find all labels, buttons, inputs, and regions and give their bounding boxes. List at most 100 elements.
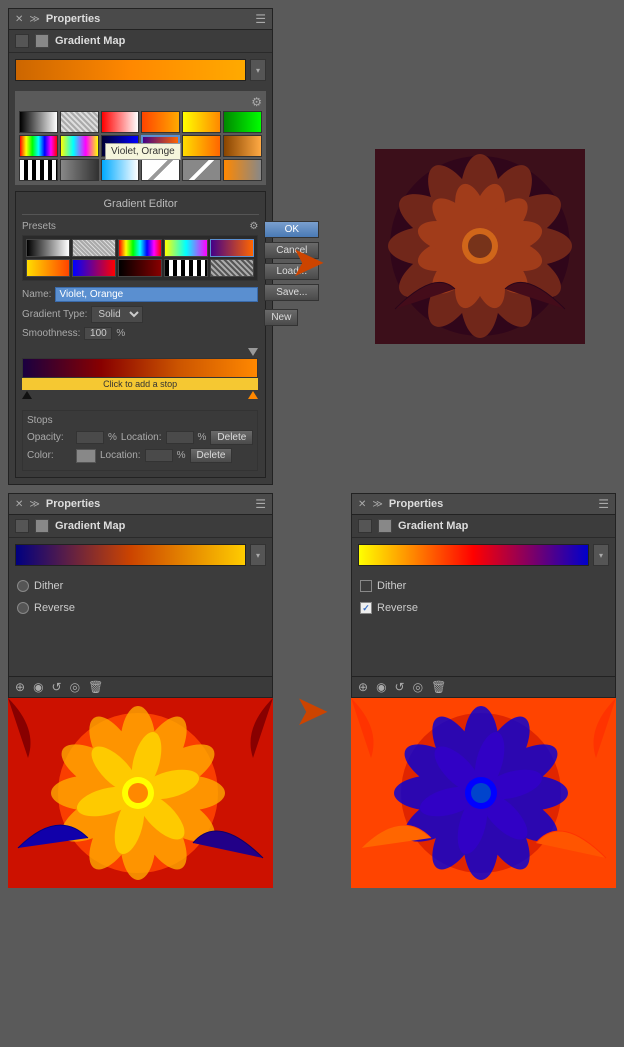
- gradient-dropdown-top[interactable]: ▾: [250, 59, 266, 81]
- editor-title: Gradient Editor: [22, 198, 259, 215]
- bottom-right-gradient-bar[interactable]: [358, 544, 589, 566]
- gradient-cell-2[interactable]: [60, 111, 99, 133]
- preset-10[interactable]: [210, 259, 254, 277]
- gradient-type-select[interactable]: Solid Noise: [91, 306, 143, 323]
- color-delete-btn[interactable]: Delete: [190, 448, 233, 463]
- bottom-left-close-btn[interactable]: ✕: [15, 499, 23, 510]
- bottom-right-dither-label: Dither: [377, 580, 406, 592]
- editor-left: Presets ⚙: [22, 221, 258, 471]
- gradient-cell-8[interactable]: [60, 135, 99, 157]
- visibility-icon-br[interactable]: ◎: [413, 680, 423, 694]
- gradient-cell-11[interactable]: [182, 135, 221, 157]
- opacity-location-label: Location:: [121, 432, 162, 443]
- bottom-left-dither-row: Dither: [9, 578, 272, 594]
- gradient-picker-area: ⚙: [15, 91, 266, 185]
- preset-2[interactable]: [72, 239, 116, 257]
- visibility-checkbox-top[interactable]: [15, 34, 29, 48]
- gradient-cell-5[interactable]: [182, 111, 221, 133]
- gradient-cell-1[interactable]: [19, 111, 58, 133]
- flower-image-top: [343, 8, 616, 485]
- opacity-pct: %: [108, 432, 117, 443]
- gradient-cell-14[interactable]: [60, 159, 99, 181]
- flower-canvas-top: [375, 149, 585, 344]
- bottom-right-visibility-checkbox[interactable]: [358, 519, 372, 533]
- bottom-right-gradient-dropdown[interactable]: ▾: [593, 544, 609, 566]
- bottom-left-dither-checkbox[interactable]: [17, 580, 29, 592]
- gradient-cell-18[interactable]: [223, 159, 262, 181]
- flower-svg-top: [375, 149, 585, 344]
- mid-arrow-wrapper: ➤: [283, 493, 341, 888]
- visibility-icon-bl[interactable]: ◎: [70, 680, 80, 694]
- gradient-cell-15[interactable]: [101, 159, 140, 181]
- bottom-right-menu-icon[interactable]: ☰: [598, 497, 609, 511]
- bottom-left-expand-icon[interactable]: ≫: [29, 499, 39, 510]
- trash-icon-bl[interactable]: 🗑: [88, 680, 103, 694]
- bottom-left-panel-footer: ⊕ ◉ ↺ ◎ 🗑: [9, 676, 272, 697]
- gradient-cell-6[interactable]: [223, 111, 262, 133]
- add-icon-br[interactable]: ⊕: [358, 680, 368, 694]
- bottom-right-wrapper: ✕ ≫ Properties ☰ Gradient Map ▾ Dithe: [351, 493, 616, 888]
- eye-icon-br[interactable]: ◉: [376, 680, 386, 694]
- preset-9[interactable]: [164, 259, 208, 277]
- presets-grid: [22, 235, 258, 281]
- preset-8[interactable]: [118, 259, 162, 277]
- color-location-label: Location:: [100, 450, 141, 461]
- panel-close-btn[interactable]: ✕: [15, 14, 23, 25]
- editor-gradient-bar[interactable]: [22, 358, 258, 378]
- stop-bottom-right[interactable]: [248, 391, 258, 399]
- rotate-icon-br[interactable]: ↺: [395, 680, 405, 694]
- bottom-left-gradient-dropdown[interactable]: ▾: [250, 544, 266, 566]
- preset-5[interactable]: [210, 239, 254, 257]
- presets-menu-icon[interactable]: ⚙: [249, 221, 258, 232]
- bottom-left-gradient-bar[interactable]: [15, 544, 246, 566]
- panel-header-top: ✕ ≫ Properties ☰: [9, 9, 272, 30]
- stop-top-right[interactable]: [248, 348, 258, 356]
- preset-7[interactable]: [72, 259, 116, 277]
- rotate-icon-bl[interactable]: ↺: [52, 680, 62, 694]
- bottom-section: ✕ ≫ Properties ☰ Gradient Map ▾ Dithe: [0, 493, 624, 896]
- bottom-right-dither-checkbox[interactable]: [360, 580, 372, 592]
- stop-bottom-left[interactable]: [22, 391, 32, 399]
- gradient-type-label: Gradient Type:: [22, 309, 87, 320]
- color-location-input[interactable]: [145, 449, 173, 462]
- right-arrow-icon-bottom: ➤: [294, 690, 329, 732]
- right-arrow-icon-top: ➤: [290, 241, 325, 283]
- preset-1[interactable]: [26, 239, 70, 257]
- gradient-cell-3[interactable]: [101, 111, 140, 133]
- gradient-cell-4[interactable]: [141, 111, 180, 133]
- bottom-left-flower: [8, 698, 273, 888]
- bottom-right-gradient-bar-row: ▾: [352, 538, 615, 572]
- preset-3[interactable]: [118, 239, 162, 257]
- click-to-add: Click to add a stop: [22, 378, 258, 390]
- bottom-right-reverse-checkbox[interactable]: ✓: [360, 602, 372, 614]
- opacity-value-input[interactable]: [76, 431, 104, 444]
- trash-icon-br[interactable]: 🗑: [431, 680, 446, 694]
- gear-icon-top[interactable]: ⚙: [251, 95, 262, 109]
- bottom-left-visibility-checkbox[interactable]: [15, 519, 29, 533]
- bottom-right-close-btn[interactable]: ✕: [358, 499, 366, 510]
- gradient-cell-13[interactable]: [19, 159, 58, 181]
- preset-4[interactable]: [164, 239, 208, 257]
- smoothness-input[interactable]: [84, 327, 112, 340]
- panel-menu-icon-top[interactable]: ☰: [255, 12, 266, 26]
- panel-expand-icon[interactable]: ≫: [29, 14, 39, 25]
- gradient-cell-17[interactable]: [182, 159, 221, 181]
- bottom-right-panel-title: Properties: [389, 498, 443, 510]
- name-input[interactable]: [55, 287, 258, 302]
- opacity-location-input[interactable]: [166, 431, 194, 444]
- gradient-editor: Gradient Editor Presets ⚙: [15, 191, 266, 478]
- bottom-left-layer-thumbnail: [35, 519, 49, 533]
- presets-label: Presets: [22, 221, 56, 232]
- opacity-delete-btn[interactable]: Delete: [210, 430, 253, 445]
- bottom-right-expand-icon[interactable]: ≫: [372, 499, 382, 510]
- bottom-left-reverse-checkbox[interactable]: [17, 602, 29, 614]
- add-icon-bl[interactable]: ⊕: [15, 680, 25, 694]
- bottom-left-menu-icon[interactable]: ☰: [255, 497, 266, 511]
- gradient-bar-top[interactable]: [15, 59, 246, 81]
- eye-icon-bl[interactable]: ◉: [33, 680, 43, 694]
- gradient-cell-7[interactable]: [19, 135, 58, 157]
- gradient-cell-16[interactable]: [141, 159, 180, 181]
- preset-6[interactable]: [26, 259, 70, 277]
- color-swatch[interactable]: [76, 449, 96, 463]
- gradient-cell-12[interactable]: [223, 135, 262, 157]
